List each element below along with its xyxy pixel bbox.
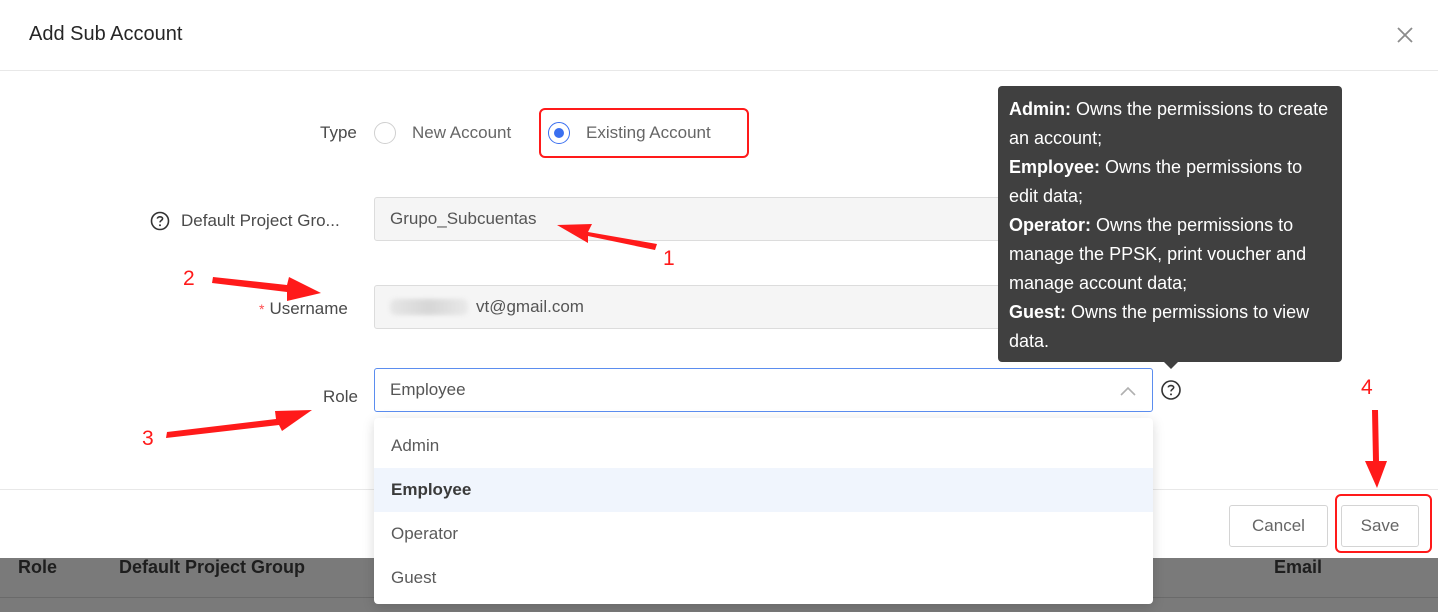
role-dropdown: Admin Employee Operator Guest	[374, 418, 1153, 604]
chevron-up-icon	[1120, 386, 1136, 396]
tooltip-role-admin: Admin:	[1009, 99, 1071, 119]
tooltip-arrow	[1163, 361, 1179, 369]
role-label: Role	[323, 387, 358, 406]
type-label: Type	[320, 123, 357, 142]
annotation-number-3: 3	[142, 427, 154, 450]
role-option-employee[interactable]: Employee	[374, 468, 1153, 512]
close-icon[interactable]	[1392, 22, 1418, 48]
tooltip-role-guest: Guest:	[1009, 302, 1067, 322]
role-permissions-tooltip: Admin: Owns the permissions to create an…	[998, 86, 1342, 362]
username-value: vt@gmail.com	[476, 297, 584, 316]
radio-new-account[interactable]: New Account	[374, 122, 511, 144]
role-option-guest[interactable]: Guest	[374, 556, 1153, 600]
tooltip-entry-admin: Admin: Owns the permissions to create an…	[1009, 95, 1331, 153]
column-header-role: Role	[18, 557, 58, 577]
column-header-email: Email	[1274, 557, 1323, 577]
default-project-group-label-wrap: Default Project Gro...	[150, 211, 340, 231]
column-header-default-project-group: Default Project Group	[119, 557, 306, 577]
modal-title: Add Sub Account	[29, 23, 183, 45]
role-option-operator[interactable]: Operator	[374, 512, 1153, 556]
annotation-box-save	[1335, 494, 1432, 553]
radio-circle-new-account[interactable]	[374, 122, 396, 144]
role-help-question-circle-icon[interactable]	[1160, 379, 1182, 401]
username-label: Username	[269, 299, 348, 318]
tooltip-entry-guest: Guest: Owns the permissions to view data…	[1009, 298, 1331, 356]
default-project-group-value: Grupo_Subcuentas	[390, 209, 537, 228]
annotation-box-existing-account	[539, 108, 749, 158]
tooltip-entry-operator: Operator: Owns the permissions to manage…	[1009, 211, 1331, 298]
annotation-number-2: 2	[183, 267, 195, 290]
username-label-wrap: * Username	[259, 299, 348, 319]
tooltip-role-employee: Employee:	[1009, 157, 1101, 177]
tooltip-role-operator: Operator:	[1009, 215, 1092, 235]
required-mark: *	[259, 301, 265, 317]
role-select[interactable]: Employee	[374, 368, 1153, 412]
annotation-number-4: 4	[1361, 376, 1373, 399]
tooltip-entry-employee: Employee: Owns the permissions to edit d…	[1009, 153, 1331, 211]
question-circle-icon[interactable]	[150, 211, 170, 231]
role-option-admin[interactable]: Admin	[374, 424, 1153, 468]
cancel-button[interactable]: Cancel	[1229, 505, 1328, 547]
role-select-value: Employee	[390, 380, 466, 399]
annotation-number-1: 1	[663, 247, 675, 270]
radio-label-new-account: New Account	[412, 123, 512, 142]
redacted-text	[390, 299, 468, 315]
modal-header: Add Sub Account	[0, 0, 1438, 71]
default-project-group-label: Default Project Gro...	[181, 211, 340, 230]
